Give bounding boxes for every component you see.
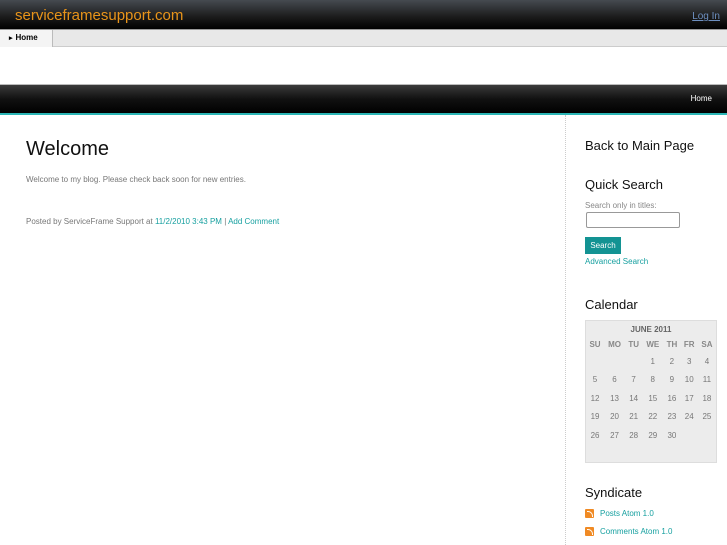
- calendar-day[interactable]: 10: [681, 371, 698, 390]
- post-title: Welcome: [26, 138, 109, 160]
- posts-atom-link[interactable]: Posts Atom 1.0: [600, 509, 654, 518]
- weekday-header: TU: [628, 340, 639, 349]
- calendar-day[interactable]: 17: [681, 389, 698, 408]
- post-body: Welcome to my blog. Please check back so…: [26, 175, 246, 184]
- calendar-day[interactable]: 19: [586, 408, 604, 427]
- comments-atom-link[interactable]: Comments Atom 1.0: [600, 527, 672, 536]
- calendar-day[interactable]: 7: [625, 371, 642, 390]
- calendar-day: [586, 352, 604, 371]
- weekday-header: WE: [646, 340, 660, 349]
- calendar-day[interactable]: 28: [625, 426, 642, 445]
- calendar-week: 1234: [586, 352, 716, 371]
- quick-search: Quick Search Search only in titles: Sear…: [585, 177, 680, 266]
- posted-by: Posted by ServiceFrame Support at: [26, 217, 155, 226]
- quick-search-title: Quick Search: [585, 177, 664, 192]
- login-link[interactable]: Log In: [692, 11, 720, 22]
- weekday-header: SU: [589, 340, 601, 349]
- calendar-widget: JUNE 2011 SU MO TU WE TH FR SA 1 2 3 4 5 6 7 8 9 10 11 12…: [585, 320, 717, 463]
- calendar-day[interactable]: 29: [642, 426, 663, 445]
- advanced-search-link[interactable]: Advanced Search: [585, 257, 680, 266]
- calendar-day[interactable]: 30: [663, 426, 680, 445]
- search-button[interactable]: Search: [585, 236, 621, 254]
- calendar-day[interactable]: 22: [642, 408, 663, 427]
- calendar-day[interactable]: 25: [698, 408, 716, 427]
- calendar-day[interactable]: 16: [663, 389, 680, 408]
- weekday-header: MO: [608, 340, 621, 349]
- calendar-spacer: [586, 445, 716, 464]
- site-title[interactable]: serviceframesupport.com: [15, 7, 183, 24]
- calendar-day: [604, 352, 625, 371]
- calendar-month: JUNE 2011: [630, 325, 672, 334]
- calendar-day[interactable]: 18: [698, 389, 716, 408]
- calendar-day[interactable]: 13: [604, 389, 625, 408]
- calendar-day[interactable]: 15: [642, 389, 663, 408]
- post: Welcome Welcome to my blog. Please check…: [26, 138, 546, 226]
- calendar-day[interactable]: 3: [681, 352, 698, 371]
- calendar-day[interactable]: 8: [642, 371, 663, 390]
- calendar: Calendar JUNE 2011 SU MO TU WE TH FR SA 123456…: [585, 297, 717, 463]
- weekday-header: SA: [701, 340, 713, 349]
- syndicate-title: Syndicate: [585, 485, 643, 500]
- post-date-link[interactable]: 11/2/2010 3:43 PM: [155, 217, 222, 226]
- add-comment-link[interactable]: Add Comment: [228, 217, 279, 226]
- calendar-day[interactable]: 20: [604, 408, 625, 427]
- main-nav-bar: Home: [0, 84, 727, 113]
- calendar-day[interactable]: 27: [604, 426, 625, 445]
- calendar-week: 5 6 7 8 9 10 11: [586, 371, 716, 390]
- weekday-header: TH: [666, 340, 678, 349]
- calendar-day[interactable]: 1: [642, 352, 663, 371]
- calendar-day: [625, 352, 642, 371]
- comments-atom-feed[interactable]: Comments Atom 1.0: [585, 527, 672, 536]
- post-meta: Posted by ServiceFrame Support at 11/2/2…: [26, 217, 546, 226]
- rss-icon: [585, 509, 594, 518]
- posts-atom-feed[interactable]: Posts Atom 1.0: [585, 509, 672, 518]
- calendar-day: [681, 426, 698, 445]
- sidebar: Back to Main Page Quick Search Search on…: [565, 115, 727, 545]
- calendar-day[interactable]: 9: [663, 371, 680, 390]
- top-bar: serviceframesupport.com Log In: [0, 0, 727, 29]
- search-label: Search only in titles:: [585, 201, 657, 210]
- calendar-day[interactable]: 11: [698, 371, 716, 390]
- calendar-week: 26 27 28 29 30: [586, 426, 716, 445]
- calendar-day[interactable]: 12: [586, 389, 604, 408]
- main-nav-home[interactable]: Home: [691, 94, 712, 103]
- calendar-day[interactable]: 23: [663, 408, 680, 427]
- calendar-day[interactable]: 26: [586, 426, 604, 445]
- calendar-day[interactable]: 5: [586, 371, 604, 390]
- nav-strip: Home: [0, 29, 727, 47]
- calendar-day[interactable]: 2: [663, 352, 680, 371]
- weekday-header: FR: [683, 340, 695, 349]
- back-to-main-link[interactable]: Back to Main Page: [585, 138, 694, 153]
- syndicate: Syndicate Posts Atom 1.0 Comments Atom 1…: [585, 485, 672, 536]
- nav-home-tab[interactable]: Home: [0, 30, 53, 47]
- calendar-day[interactable]: 21: [625, 408, 642, 427]
- calendar-day[interactable]: 24: [681, 408, 698, 427]
- calendar-day[interactable]: 14: [625, 389, 642, 408]
- calendar-title: Calendar: [585, 297, 638, 312]
- rss-icon: [585, 527, 594, 536]
- calendar-day[interactable]: 4: [698, 352, 716, 371]
- calendar-day[interactable]: 6: [604, 371, 625, 390]
- calendar-day: [698, 426, 716, 445]
- calendar-week: 19 20 21 22 23 24 25: [586, 408, 716, 427]
- search-input[interactable]: [586, 212, 680, 228]
- calendar-week: 12 13 14 15 16 17 18: [586, 389, 716, 408]
